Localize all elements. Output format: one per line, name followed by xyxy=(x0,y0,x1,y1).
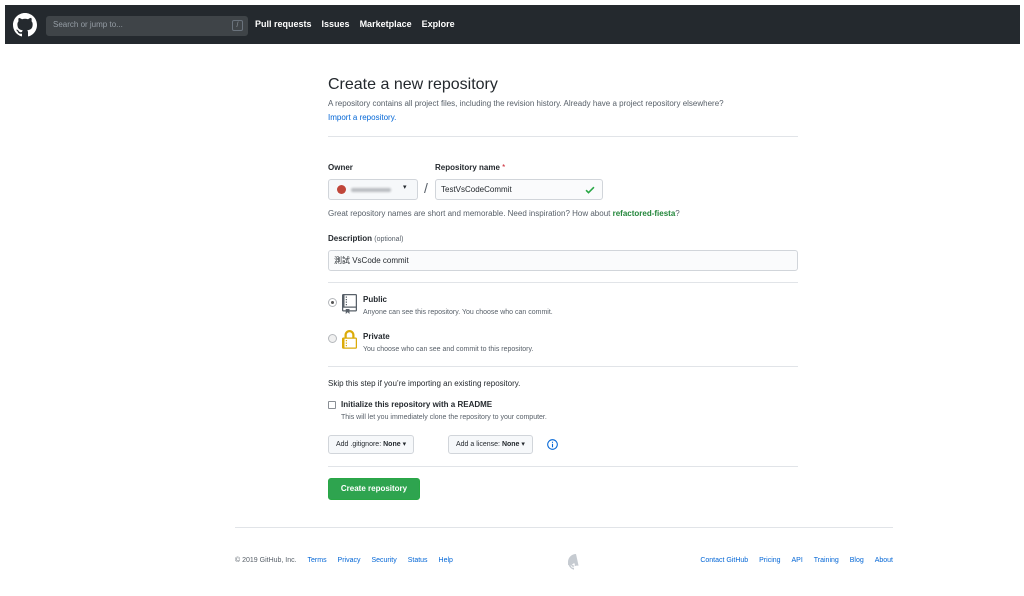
github-mark-icon[interactable] xyxy=(568,554,584,570)
footer-link-contact[interactable]: Contact GitHub xyxy=(700,557,748,564)
public-description: Anyone can see this repository. You choo… xyxy=(363,309,553,316)
description-label: Description (optional) xyxy=(328,234,403,243)
footer-link-terms[interactable]: Terms xyxy=(308,557,327,564)
copyright: © 2019 GitHub, Inc. xyxy=(235,557,297,564)
optional-note: (optional) xyxy=(374,236,404,243)
avatar xyxy=(337,185,346,194)
footer-right: Contact GitHub Pricing API Training Blog… xyxy=(691,557,893,564)
page-title: Create a new repository xyxy=(328,76,498,93)
header-nav: Pull requests Issues Marketplace Explore xyxy=(255,19,465,29)
hint-text: Great repository names are short and mem… xyxy=(328,209,613,218)
name-suggestion[interactable]: refactored-fiesta xyxy=(613,209,676,218)
divider xyxy=(328,466,798,467)
divider xyxy=(328,282,798,283)
repo-name-label-text: Repository name xyxy=(435,163,500,172)
description-label-text: Description xyxy=(328,234,373,243)
footer-link-about[interactable]: About xyxy=(875,557,893,564)
footer-link-security[interactable]: Security xyxy=(371,557,396,564)
footer-link-privacy[interactable]: Privacy xyxy=(338,557,361,564)
hint-end: ? xyxy=(675,209,680,218)
footer-link-help[interactable]: Help xyxy=(439,557,453,564)
footer-link-pricing[interactable]: Pricing xyxy=(759,557,780,564)
gitignore-dropdown[interactable]: Add .gitignore: None ▾ xyxy=(328,435,415,454)
license-label: Add a license: xyxy=(456,441,500,448)
license-dropdown[interactable]: Add a license: None ▾ xyxy=(448,435,533,454)
gitignore-label: Add .gitignore: xyxy=(336,441,382,448)
footer-link-api[interactable]: API xyxy=(792,557,803,564)
gitignore-value: None xyxy=(383,441,401,448)
repository-name-input[interactable]: TestVsCodeCommit xyxy=(435,179,603,200)
private-description: You choose who can see and commit to thi… xyxy=(363,346,534,353)
nav-issues[interactable]: Issues xyxy=(322,19,350,29)
search-placeholder: Search or jump to... xyxy=(53,20,123,29)
lead-text: A repository contains all project files,… xyxy=(328,99,724,108)
nav-marketplace[interactable]: Marketplace xyxy=(360,19,412,29)
footer-divider xyxy=(235,527,893,528)
owner-name-redacted xyxy=(351,188,391,192)
chevron-down-icon: ▾ xyxy=(521,441,525,448)
divider xyxy=(328,136,798,137)
search-input[interactable]: Search or jump to... / xyxy=(46,16,248,36)
license-value: None xyxy=(501,441,520,448)
footer-link-blog[interactable]: Blog xyxy=(850,557,864,564)
owner-select[interactable]: ▾ xyxy=(328,179,418,200)
repo-name-label: Repository name * xyxy=(435,163,505,172)
info-icon[interactable] xyxy=(547,439,558,450)
required-mark: * xyxy=(502,163,506,172)
nav-explore[interactable]: Explore xyxy=(422,19,455,29)
footer-link-status[interactable]: Status xyxy=(408,557,428,564)
footer-link-training[interactable]: Training xyxy=(814,557,839,564)
public-title: Public xyxy=(363,295,388,304)
chevron-down-icon: ▾ xyxy=(402,441,407,448)
private-title: Private xyxy=(363,332,390,341)
create-repository-button[interactable]: Create repository xyxy=(328,478,420,500)
readme-description: This will let you immediately clone the … xyxy=(341,414,547,421)
skip-note: Skip this step if you’re importing an ex… xyxy=(328,379,521,388)
nav-pull-requests[interactable]: Pull requests xyxy=(255,19,312,29)
owner-label: Owner xyxy=(328,163,353,172)
owner-repo-separator: / xyxy=(424,180,428,196)
search-shortcut-key: / xyxy=(232,20,243,31)
check-icon xyxy=(585,186,595,194)
chevron-down-icon: ▾ xyxy=(403,184,407,191)
divider xyxy=(328,366,798,367)
github-logo-icon[interactable] xyxy=(13,13,37,37)
repo-icon xyxy=(342,294,357,314)
readme-title[interactable]: Initialize this repository with a README xyxy=(341,400,492,409)
readme-checkbox[interactable] xyxy=(328,401,336,409)
description-input[interactable]: 測試 VsCode commit xyxy=(328,250,798,271)
import-repository-link[interactable]: Import a repository. xyxy=(328,113,396,122)
public-radio[interactable] xyxy=(328,298,337,307)
top-header: Search or jump to... / Pull requests Issu… xyxy=(5,5,1020,44)
repo-name-hint: Great repository names are short and mem… xyxy=(328,209,680,218)
lock-icon xyxy=(342,330,357,349)
private-radio[interactable] xyxy=(328,334,337,343)
footer-left: © 2019 GitHub, Inc. Terms Privacy Securi… xyxy=(235,557,453,564)
